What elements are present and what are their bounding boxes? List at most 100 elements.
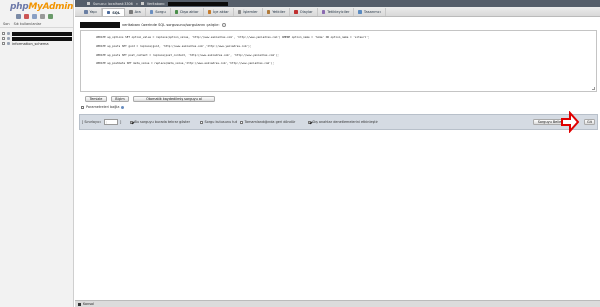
tab-label: Tetikleyiciler [327,10,350,14]
tree-item-label: information_schema [12,41,49,46]
sql-icon [106,10,111,15]
tab-label: İçe aktar [213,10,229,14]
nav-divider [0,27,73,28]
console-icon [78,302,81,306]
format-button[interactable]: Biçim [111,96,129,102]
tab-export[interactable]: Dışa aktar [171,8,204,16]
tab-sql[interactable]: SQL [101,8,126,16]
red-arrow-annotation [561,111,579,133]
tab-wrench[interactable]: İşlemler [234,8,263,16]
retain-box-option: Sorgu kutusunu tut [200,120,237,124]
database-tree: information_schema [2,31,72,46]
console-label: Konsol [83,302,95,306]
expand-icon[interactable] [2,37,5,40]
get-autosaved-query-button[interactable]: Otomatik kaydedilmiş sorguyu al [133,96,215,102]
redacted-label [12,31,72,36]
tab-recent[interactable]: Son [3,22,10,26]
tab-events[interactable]: Olaylar [290,8,318,16]
delimiter-input[interactable] [104,118,118,125]
export-icon [174,10,179,14]
navigation-panel: phpMyAdmin Son Sık kullanılanlar informa… [0,0,74,307]
expand-icon[interactable] [2,32,5,35]
show-query-option: Bu sorguyu burada tekrar göster [130,120,190,124]
import-icon [207,10,212,14]
sql-line: UPDATE wp_postmeta SET meta_value = repl… [96,61,274,65]
tab-import[interactable]: İçe aktar [204,8,234,16]
database-icon [7,37,10,40]
triggers-icon [321,10,326,14]
redacted-label [12,36,72,41]
help-icon[interactable] [221,23,226,27]
bind-parameters-row: Parametreleri bağla [81,105,125,109]
redacted-database-name [168,1,229,6]
tab-label: Olaylar [299,10,313,14]
tab-label: Tasarımcı [363,10,381,14]
fk-checks-label: Dış anahtar denetlemelerini etkinleştir [312,120,378,124]
show-query-checkbox[interactable] [130,120,133,124]
main-tab-bar: Yapı SQL Ara Sorgu Dışa aktar İçe aktar İşleml… [75,7,600,17]
home-icon[interactable] [16,14,21,19]
logo-php: php [10,2,29,12]
tab-label: Dışa aktar [180,10,199,14]
structure-icon [84,10,88,14]
server-icon [87,2,90,5]
expand-icon[interactable] [2,42,5,45]
sql-line: UPDATE wp_posts SET guid = replace(guid,… [96,44,252,48]
redacted-database-name [80,22,120,28]
breadcrumb-server[interactable]: Sunucu: localhost:3306 [93,2,133,6]
reload-icon[interactable] [48,14,53,19]
settings-icon[interactable] [40,14,45,19]
events-icon [294,10,298,14]
resize-handle[interactable] [592,87,595,90]
sql-line: UPDATE wp_posts SET post_content = repla… [96,53,279,57]
designer-icon [358,10,362,14]
tab-designer[interactable]: Tasarımcı [354,8,386,16]
tab-label: Ara [134,10,141,14]
breadcrumb-database[interactable]: Veritabanı: [147,2,165,6]
console-bar[interactable]: Konsol [75,300,600,307]
tab-triggers[interactable]: Tetikleyiciler [318,8,355,16]
breadcrumb-separator: » [135,1,138,6]
phpmyadmin-logo[interactable]: phpMyAdmin [10,2,73,12]
wrench-icon [237,10,242,14]
docs-icon[interactable] [32,14,37,19]
clear-button[interactable]: Temizle [85,96,107,102]
query-icon [149,10,154,14]
retain-box-checkbox[interactable] [200,120,203,124]
delimiter-close-bracket: ] [120,120,122,124]
rollback-checkbox[interactable] [240,120,243,124]
tab-query[interactable]: Sorgu [146,8,171,16]
nav-recent-favorites: Son Sık kullanılanlar [3,22,41,26]
query-heading: veritabanı üzerinde SQL sorgusunu/sorgul… [80,21,598,29]
privileges-icon [266,10,271,14]
fk-checks-option: Dış anahtar denetlemelerini etkinleştir [308,120,378,124]
query-options-bar: [ Sınırlayıcı ] Bu sorguyu burada tekrar… [79,114,598,130]
help-icon[interactable] [121,105,125,109]
tab-structure[interactable]: Yapı [80,8,102,16]
fk-checks-checkbox[interactable] [308,120,311,124]
bind-parameters-checkbox[interactable] [81,105,84,109]
tab-privileges[interactable]: Yetkiler [263,8,291,16]
breadcrumb-bar: Sunucu: localhost:3306 » Veritabanı: [75,0,600,7]
tree-item-information-schema[interactable]: information_schema [2,41,72,46]
search-icon [129,10,133,14]
logout-icon[interactable] [24,14,29,19]
tab-label: Sorgu [155,10,166,14]
tab-favorites[interactable]: Sık kullanılanlar [14,22,42,26]
sql-query-editor[interactable]: UPDATE wp_options SET option_value = rep… [80,30,597,92]
delimiter-label: [ Sınırlayıcı [82,120,101,124]
database-icon [7,32,10,35]
retain-box-label: Sorgu kutusunu tut [204,120,238,124]
database-icon [7,42,10,45]
tab-search[interactable]: Ara [125,8,146,16]
query-heading-text: veritabanı üzerinde SQL sorgusunu/sorgul… [122,23,220,27]
tab-label: İşlemler [243,10,258,14]
rollback-label: Tamamlandığında geri döndür [244,120,296,124]
phpmyadmin-window: phpMyAdmin Son Sık kullanılanlar informa… [0,0,600,307]
tab-label: Yapı [89,10,97,14]
bind-parameters-label: Parametreleri bağla [86,105,120,109]
show-query-label: Bu sorguyu burada tekrar göster [134,120,190,124]
go-button[interactable]: Git [584,119,595,125]
logo-admin: MyAdmin [28,2,74,12]
database-icon [140,2,144,5]
